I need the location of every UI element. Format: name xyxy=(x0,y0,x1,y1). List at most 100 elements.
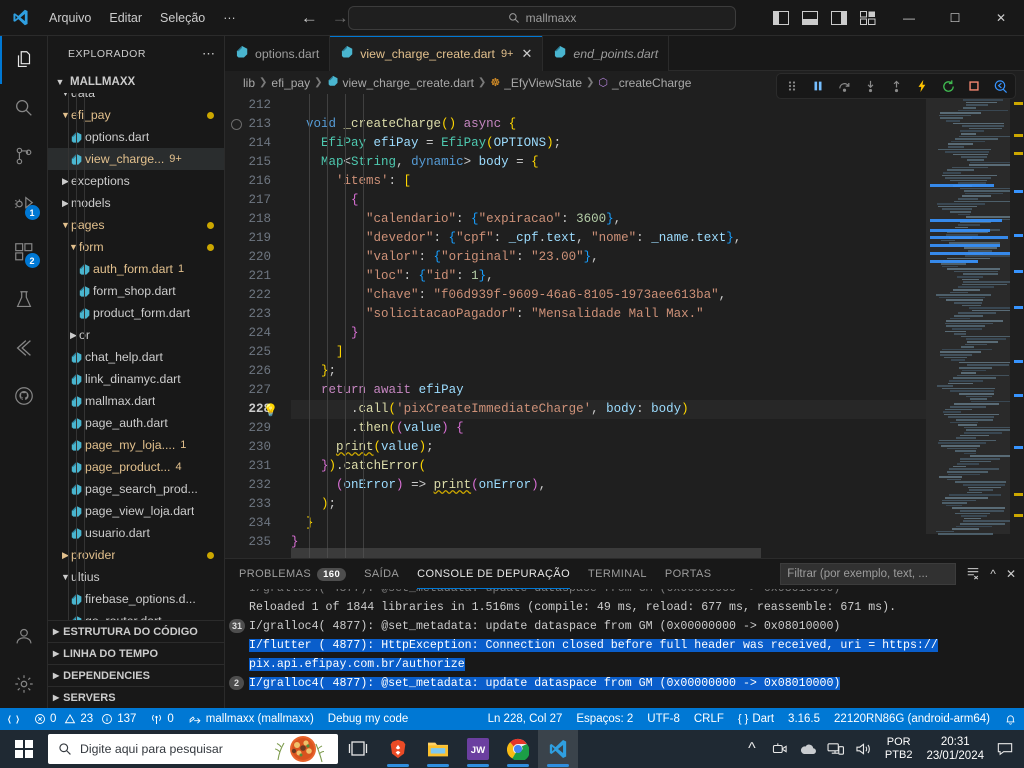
activity-flutter[interactable] xyxy=(0,324,48,372)
tree-file-page_search_prod...[interactable]: page_search_prod... xyxy=(48,478,224,500)
tree-folder-or[interactable]: ▶or xyxy=(48,324,224,346)
menu-selecao[interactable]: Seleção xyxy=(151,7,214,29)
drag-handle-icon[interactable] xyxy=(781,75,803,97)
code-line-230[interactable]: print(value); xyxy=(291,438,926,457)
activity-settings[interactable] xyxy=(0,660,48,708)
status-dart-version[interactable]: 3.16.5 xyxy=(781,708,827,730)
jw-library-icon[interactable]: JW xyxy=(458,730,498,768)
tree-file-link_dinamyc.dart[interactable]: link_dinamyc.dart xyxy=(48,368,224,390)
arrow-right-icon[interactable]: → xyxy=(332,9,349,26)
chevron-up-icon[interactable]: ^ xyxy=(739,730,765,768)
code-line-222[interactable]: "chave": "f06d939f-9609-46a6-8105-1973ae… xyxy=(291,286,926,305)
tree-folder-data[interactable]: ▼ data xyxy=(48,93,224,104)
tree-folder-ultius[interactable]: ▼ ultius xyxy=(48,566,224,588)
notification-icon[interactable] xyxy=(992,730,1018,768)
tree-file-form_shop.dart[interactable]: form_shop.dart xyxy=(48,280,224,302)
line-number-217[interactable]: 217 xyxy=(225,191,291,210)
tree-file-go_router.dart[interactable]: go_router.dart xyxy=(48,610,224,620)
activity-testing[interactable] xyxy=(0,276,48,324)
breadcrumb-item-efi_pay[interactable]: efi_pay xyxy=(271,76,310,90)
menu-editar[interactable]: Editar xyxy=(100,7,151,29)
panel-tab-problemas[interactable]: PROBLEMAS 160 xyxy=(239,559,347,589)
panel-tab-terminal[interactable]: TERMINAL xyxy=(588,559,647,589)
line-number-213[interactable]: 213 xyxy=(225,115,291,134)
navigation-arrows[interactable]: ← → xyxy=(301,9,349,26)
task-view-icon[interactable] xyxy=(338,730,378,768)
line-number-gutter[interactable]: 212 213 214 215 216 217 218 219 220 221 222 223 224 2… xyxy=(225,94,291,558)
status-cursor-position[interactable]: Ln 228, Col 27 xyxy=(481,708,570,730)
file-tree[interactable]: ▼ data ▼ efi_pay options.dart view_charge... 9… xyxy=(48,93,224,620)
line-number-229[interactable]: 229 xyxy=(225,419,291,438)
panel-tab-console-de-depuração[interactable]: CONSOLE DE DEPURAÇÃO xyxy=(417,559,570,589)
code-line-216[interactable]: 'items': [ xyxy=(291,172,926,191)
status-problems[interactable]: 0 23 137 xyxy=(27,708,143,730)
activity-accounts[interactable] xyxy=(0,612,48,660)
hot-reload-icon[interactable] xyxy=(911,75,933,97)
toggle-secondary-sidebar-icon[interactable] xyxy=(831,10,847,25)
taskbar-search-input[interactable]: Digite aqui para pesquisar xyxy=(48,734,338,764)
code-line-214[interactable]: EfiPay efiPay = EfiPay(OPTIONS); xyxy=(291,134,926,153)
tree-file-auth_form.dart[interactable]: auth_form.dart 1 xyxy=(48,258,224,280)
activity-search[interactable] xyxy=(0,84,48,132)
line-number-230[interactable]: 230 xyxy=(225,438,291,457)
overview-ruler[interactable] xyxy=(1010,94,1024,558)
tree-folder-provider[interactable]: ▶ provider xyxy=(48,544,224,566)
code-line-217[interactable]: { xyxy=(291,191,926,210)
code-line-223[interactable]: "solicitacaoPagador": "Mensalidade Mall … xyxy=(291,305,926,324)
restart-icon[interactable] xyxy=(937,75,959,97)
code-line-213[interactable]: void _createCharge() async { xyxy=(291,115,926,134)
windows-start-icon[interactable] xyxy=(0,730,48,768)
section-servers[interactable]: ▶ SERVERS xyxy=(48,686,224,708)
status-language-mode[interactable]: { } Dart xyxy=(731,708,781,730)
line-number-220[interactable]: 220 xyxy=(225,248,291,267)
line-number-227[interactable]: 227 xyxy=(225,381,291,400)
tree-file-page_auth.dart[interactable]: page_auth.dart xyxy=(48,412,224,434)
activity-extensions[interactable]: 2 xyxy=(0,228,48,276)
activity-github[interactable] xyxy=(0,372,48,420)
panel-actions[interactable]: Filtrar (por exemplo, text, ... ^ ✕ xyxy=(780,563,1016,585)
tree-file-view_charge...[interactable]: view_charge... 9+ xyxy=(48,148,224,170)
tree-file-product_form.dart[interactable]: product_form.dart xyxy=(48,302,224,324)
camera-icon[interactable] xyxy=(767,730,793,768)
code-line-224[interactable]: } xyxy=(291,324,926,343)
breadcrumb-item-view_charge_create.dart[interactable]: view_charge_create.dart xyxy=(327,75,474,90)
file-explorer-icon[interactable] xyxy=(418,730,458,768)
tree-file-mallmax.dart[interactable]: mallmax.dart xyxy=(48,390,224,412)
line-number-232[interactable]: 232 xyxy=(225,476,291,495)
toggle-panel-icon[interactable] xyxy=(802,10,818,25)
status-target-device[interactable]: 22120RN86G (android-arm64) xyxy=(827,708,997,730)
section-estrutura-do-codigo[interactable]: ▶ ESTRUTURA DO CÓDIGO xyxy=(48,620,224,642)
debug-console-output[interactable]: I/gralloc4( 4877): @set_metadata: update… xyxy=(225,589,1024,708)
onedrive-icon[interactable] xyxy=(795,730,821,768)
code-line-231[interactable]: }).catchError( xyxy=(291,457,926,476)
code-line-225[interactable]: ] xyxy=(291,343,926,362)
step-over-icon[interactable] xyxy=(833,75,855,97)
brave-browser-icon[interactable] xyxy=(378,730,418,768)
breakpoint-icon[interactable] xyxy=(231,119,242,130)
step-into-icon[interactable] xyxy=(859,75,881,97)
line-number-225[interactable]: 225 xyxy=(225,343,291,362)
status-remote[interactable] xyxy=(0,708,27,730)
status-encoding[interactable]: UTF-8 xyxy=(640,708,687,730)
line-number-222[interactable]: 222 xyxy=(225,286,291,305)
panel-tab-saída[interactable]: SAÍDA xyxy=(364,559,399,589)
breadcrumb[interactable]: lib ❯ efi_pay ❯ view_charge_create.dart ❯ ☸ _Ef… xyxy=(225,71,1024,99)
disconnect-icon[interactable] xyxy=(989,75,1011,97)
line-number-214[interactable]: 214 xyxy=(225,134,291,153)
tab-end_points.dart[interactable]: end_points.dart xyxy=(543,36,670,71)
tree-folder-models[interactable]: ▶ models xyxy=(48,192,224,214)
minimize-button[interactable]: — xyxy=(886,0,932,36)
line-number-212[interactable]: 212 xyxy=(225,96,291,115)
volume-icon[interactable] xyxy=(851,730,877,768)
close-button[interactable]: ✕ xyxy=(978,0,1024,36)
line-number-233[interactable]: 233 xyxy=(225,495,291,514)
tab-options.dart[interactable]: options.dart xyxy=(225,36,331,71)
code-line-219[interactable]: "devedor": {"cpf": _cpf.text, "nome": _n… xyxy=(291,229,926,248)
quick-search-input[interactable]: mallmaxx xyxy=(348,5,736,30)
layout-controls[interactable] xyxy=(773,10,876,25)
line-number-221[interactable]: 221 xyxy=(225,267,291,286)
panel-scrollbar[interactable] xyxy=(1014,589,1024,708)
vs-code-icon[interactable] xyxy=(538,730,578,768)
breadcrumb-item-_EfyViewState[interactable]: ☸ _EfyViewState xyxy=(490,76,582,90)
arrow-left-icon[interactable]: ← xyxy=(301,9,318,26)
